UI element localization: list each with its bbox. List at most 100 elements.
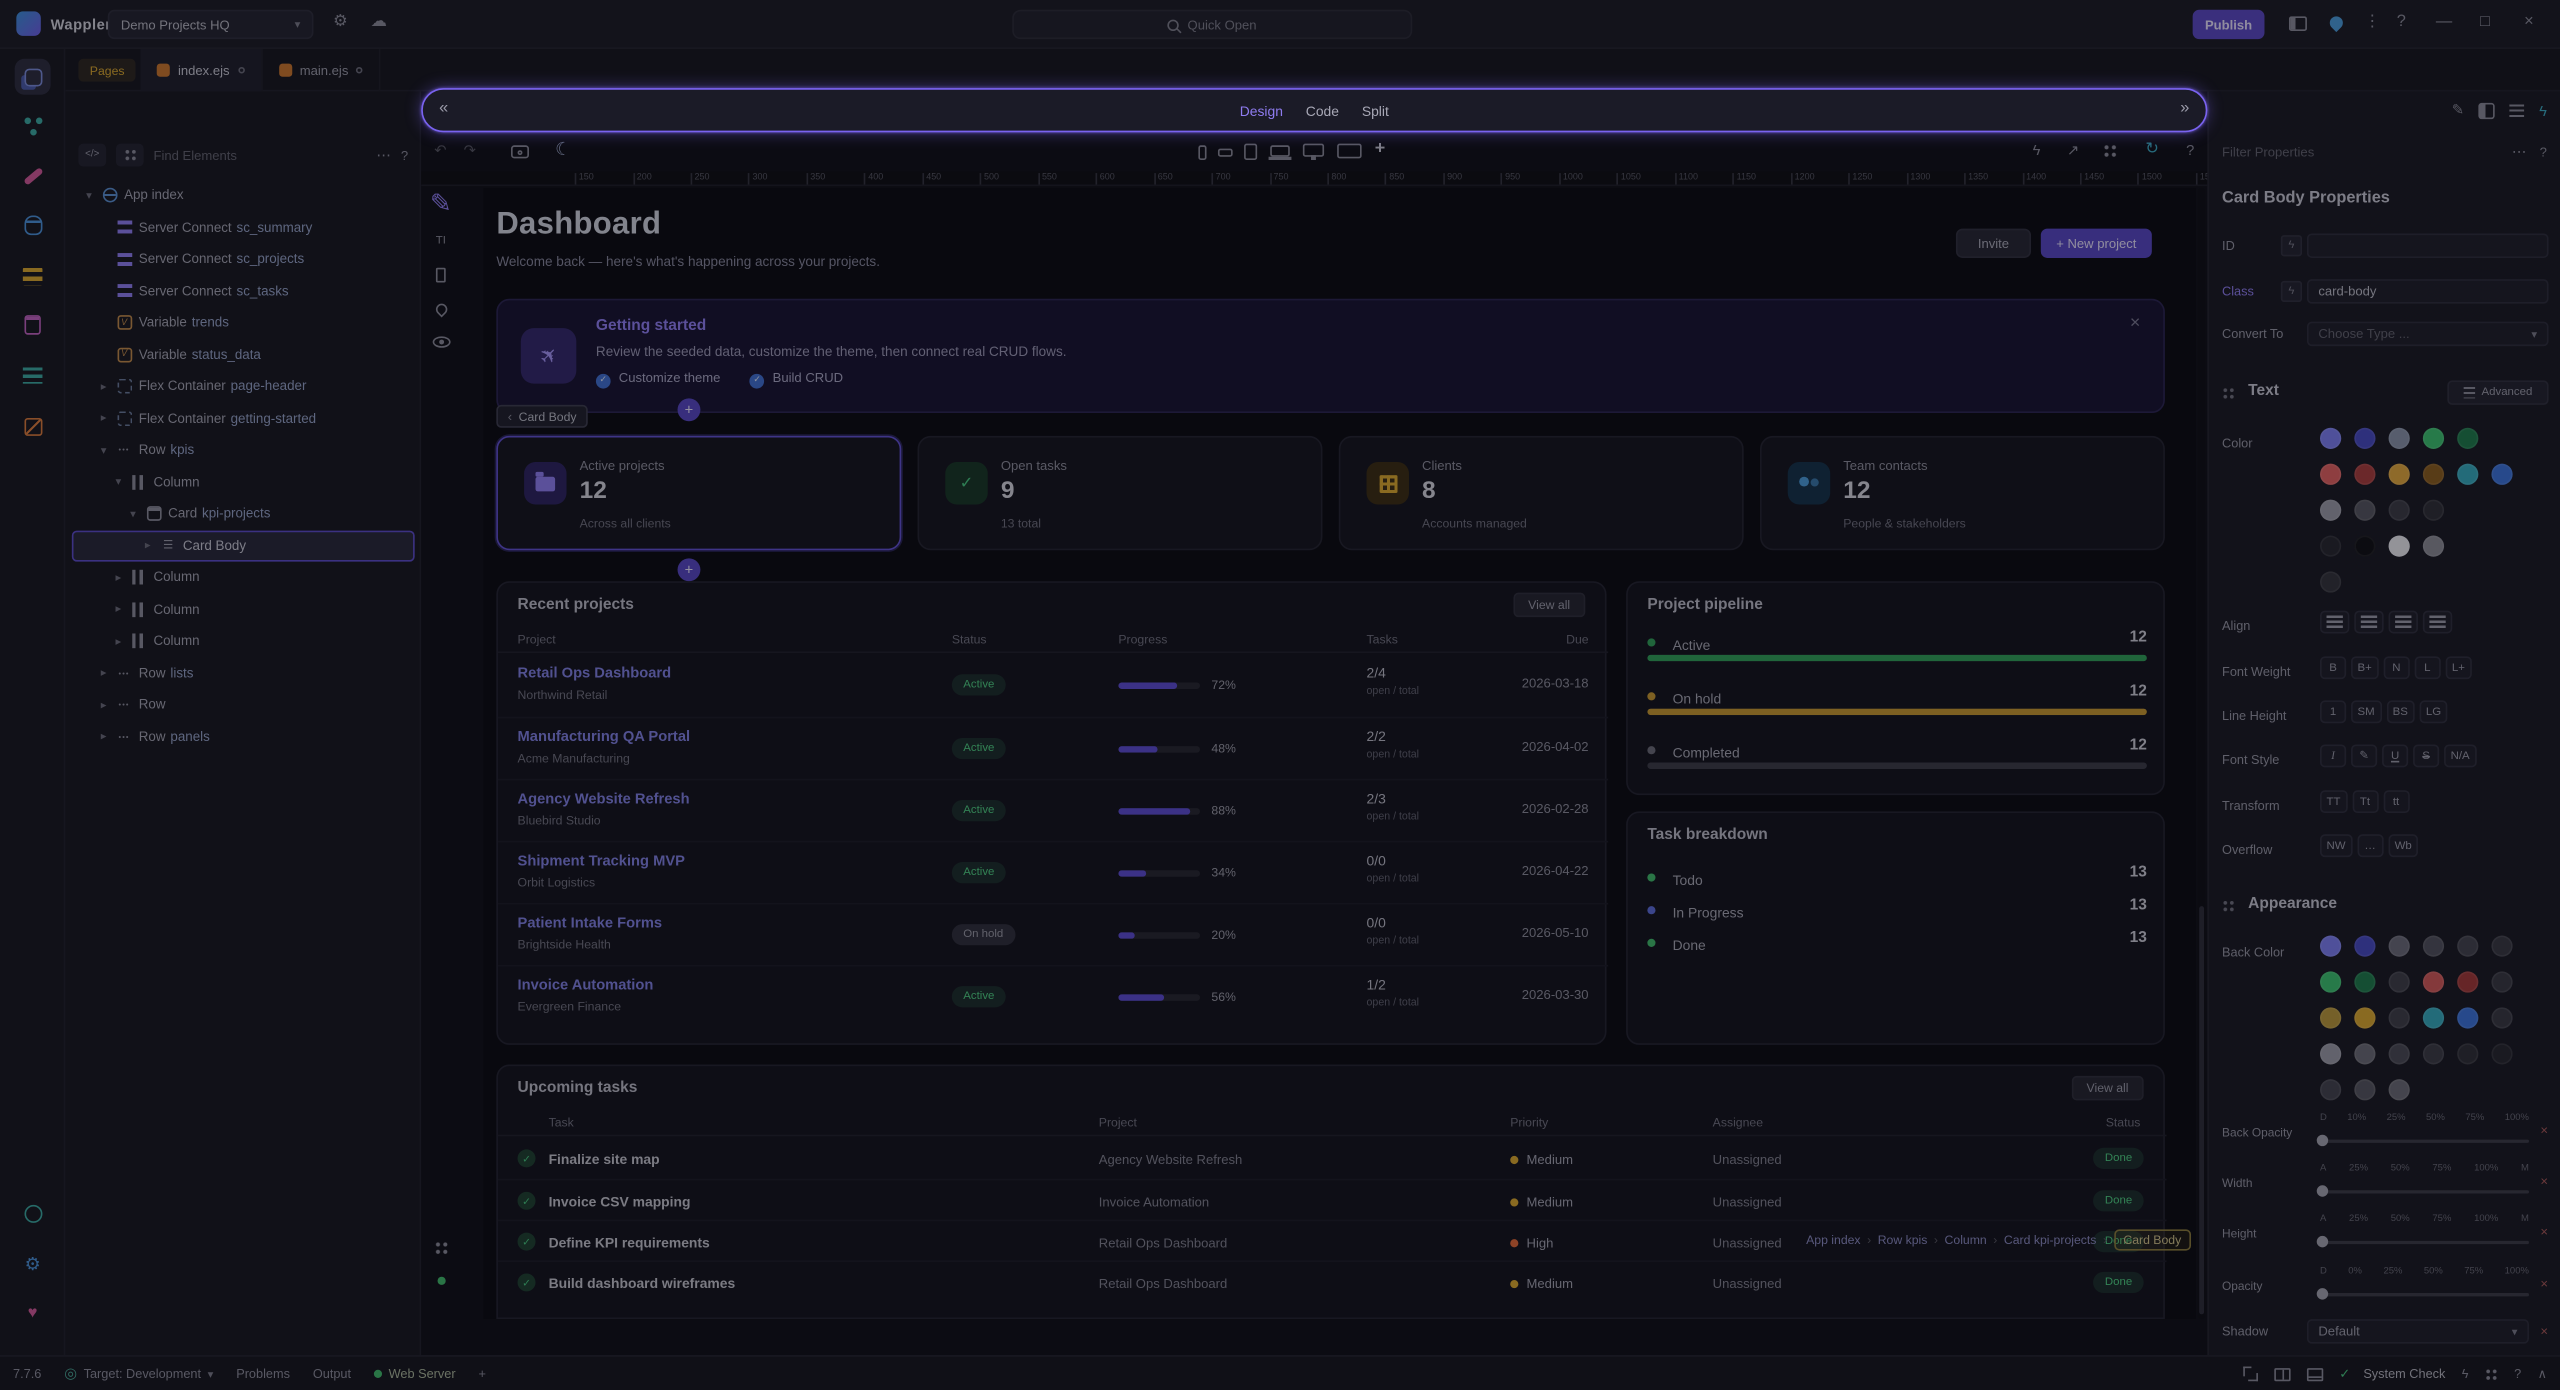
font-style-na-button[interactable]: N/A [2444, 744, 2476, 767]
view-design-button[interactable]: Design [1240, 102, 1283, 118]
chevron-right-icon[interactable]: ▸ [113, 635, 124, 648]
back-color-swatch[interactable] [2354, 1007, 2375, 1028]
project-name-link[interactable]: Invoice Automation [518, 976, 654, 992]
align-justify-icon[interactable] [2423, 611, 2452, 634]
flash-icon[interactable]: ϟ [2462, 1367, 2469, 1382]
close-button[interactable]: × [2524, 13, 2534, 33]
invite-button[interactable]: Invite [1956, 229, 2031, 258]
settings-gear-icon[interactable]: ⚙ [333, 13, 348, 33]
transform-tt[interactable]: TT [2320, 790, 2347, 813]
kpi-card-open-tasks[interactable]: ✓ Open tasks 9 13 total [918, 436, 1323, 550]
back-color-swatch[interactable] [2457, 1043, 2478, 1064]
line-height-1[interactable]: 1 [2320, 700, 2346, 723]
tab-index-ejs[interactable]: index.ejs [140, 49, 262, 91]
back-color-swatch[interactable] [2320, 936, 2341, 957]
drag-handle-icon[interactable] [2222, 387, 2235, 400]
help-icon[interactable]: ? [2397, 13, 2406, 33]
advanced-toggle-button[interactable]: Advanced [2447, 380, 2548, 404]
web-server-status[interactable]: Web Server [374, 1367, 456, 1382]
split-view-icon[interactable] [2274, 1368, 2290, 1381]
help-icon[interactable]: ? [2186, 140, 2194, 160]
edit-pencil-icon[interactable]: ✎ [2351, 744, 2377, 767]
back-color-swatch[interactable] [2320, 1007, 2341, 1028]
cloud-sync-icon[interactable]: ☁ [371, 13, 387, 33]
screenshot-camera-icon[interactable] [511, 145, 529, 158]
slider-track[interactable] [2320, 1293, 2529, 1296]
underline-icon[interactable]: U [2382, 744, 2408, 767]
project-row[interactable]: Shipment Tracking MVP Orbit Logistics Ac… [498, 841, 1608, 903]
back-color-swatch[interactable] [2354, 1079, 2375, 1100]
tablet-icon[interactable] [1244, 144, 1257, 160]
undo-icon[interactable]: ↶ [434, 140, 446, 160]
text-color-swatch[interactable] [2423, 464, 2444, 485]
project-selector[interactable]: Demo Projects HQ ▾ [108, 10, 314, 39]
text-color-swatch[interactable] [2320, 428, 2341, 449]
tree-item-column[interactable]: ▸ Column [72, 593, 415, 625]
pages-button[interactable]: Pages [78, 59, 136, 82]
redo-icon[interactable]: ↷ [464, 140, 476, 160]
grid-helper-icon[interactable] [428, 1234, 454, 1260]
project-row[interactable]: Agency Website Refresh Bluebird Studio A… [498, 779, 1608, 841]
clear-icon[interactable]: × [2540, 1324, 2548, 1339]
text-color-swatch[interactable] [2354, 464, 2375, 485]
strikethrough-icon[interactable]: S [2413, 744, 2439, 767]
flash-icon[interactable]: ϟ [2033, 140, 2041, 160]
slider-track[interactable] [2320, 1241, 2529, 1244]
project-name-link[interactable]: Patient Intake Forms [518, 914, 663, 930]
view-all-button[interactable]: View all [1513, 593, 1584, 617]
help-icon[interactable]: ? [401, 148, 408, 163]
breadcrumb-item[interactable]: Column [1945, 1232, 1987, 1247]
back-color-swatch[interactable] [2354, 936, 2375, 957]
text-color-swatch[interactable] [2354, 536, 2375, 557]
expand-icon[interactable] [2243, 1367, 2258, 1382]
tree-item-kpis[interactable]: ▾ Rowkpis [72, 434, 415, 466]
edit-icon[interactable]: ✎ [2452, 101, 2464, 119]
class-input[interactable]: card-body [2307, 279, 2549, 303]
font-weight-l[interactable]: L [2414, 656, 2440, 679]
more-menu-icon[interactable]: ⋮ [2364, 13, 2380, 33]
typography-icon[interactable]: TI [428, 227, 454, 253]
font-weight-n[interactable]: N [2383, 656, 2409, 679]
clear-icon[interactable]: × [2540, 1224, 2548, 1239]
collapse-icon[interactable]: ∧ [2538, 1367, 2547, 1382]
text-color-swatch[interactable] [2457, 428, 2478, 449]
publish-button[interactable]: Publish [2193, 10, 2265, 39]
back-color-swatch[interactable] [2320, 1043, 2341, 1064]
chevron-down-icon[interactable]: ▾ [113, 476, 124, 489]
tree-item-sc-tasks[interactable]: Server Connectsc_tasks [72, 275, 415, 307]
tree-item-sc-summary[interactable]: Server Connectsc_summary [72, 211, 415, 243]
line-height-bs[interactable]: BS [2386, 700, 2414, 723]
back-color-swatch[interactable] [2389, 1079, 2410, 1100]
overflow-ellipsis[interactable]: … [2357, 834, 2383, 857]
help-icon[interactable]: ? [2540, 144, 2547, 159]
slider-knob[interactable] [2317, 1185, 2328, 1196]
target-selector[interactable]: ◎ Target: Development ▾ [64, 1365, 213, 1383]
chevron-down-icon[interactable]: ▾ [127, 507, 138, 520]
theme-drop-icon[interactable] [428, 296, 454, 322]
tree-item-card-body[interactable]: ▸ ☰ Card Body [72, 530, 415, 562]
chevron-right-icon[interactable]: ▸ [113, 603, 124, 616]
text-color-swatch[interactable] [2389, 428, 2410, 449]
chevron-down-icon[interactable]: ▾ [98, 444, 109, 457]
desktop-icon[interactable] [1303, 144, 1324, 157]
view-split-button[interactable]: Split [1362, 102, 1389, 118]
text-color-swatch[interactable] [2389, 464, 2410, 485]
line-height-sm[interactable]: SM [2351, 700, 2381, 723]
laptop-icon[interactable] [1270, 145, 1290, 156]
chevron-right-icon[interactable]: ▸ [98, 380, 109, 393]
tree-item-status-data[interactable]: Variablestatus_data [72, 339, 415, 371]
text-color-swatch[interactable] [2320, 500, 2341, 521]
close-icon[interactable]: × [2130, 313, 2141, 333]
app-structure-icon[interactable] [15, 59, 51, 95]
filter-properties-input[interactable]: Filter Properties [2222, 144, 2499, 159]
back-color-swatch[interactable] [2491, 1007, 2512, 1028]
settings-sliders-icon[interactable] [2510, 104, 2525, 117]
breadcrumb-item[interactable]: Card kpi-projects [2004, 1232, 2097, 1247]
text-color-swatch[interactable] [2354, 500, 2375, 521]
chevron-right-icon[interactable]: ▸ [98, 667, 109, 680]
output-button[interactable]: Output [313, 1367, 351, 1382]
more-options-icon[interactable]: ⋯ [376, 146, 391, 164]
quick-open-button[interactable]: Quick Open [1012, 10, 1412, 39]
text-color-swatch[interactable] [2491, 464, 2512, 485]
vertical-scrollbar[interactable] [2198, 188, 2206, 1319]
